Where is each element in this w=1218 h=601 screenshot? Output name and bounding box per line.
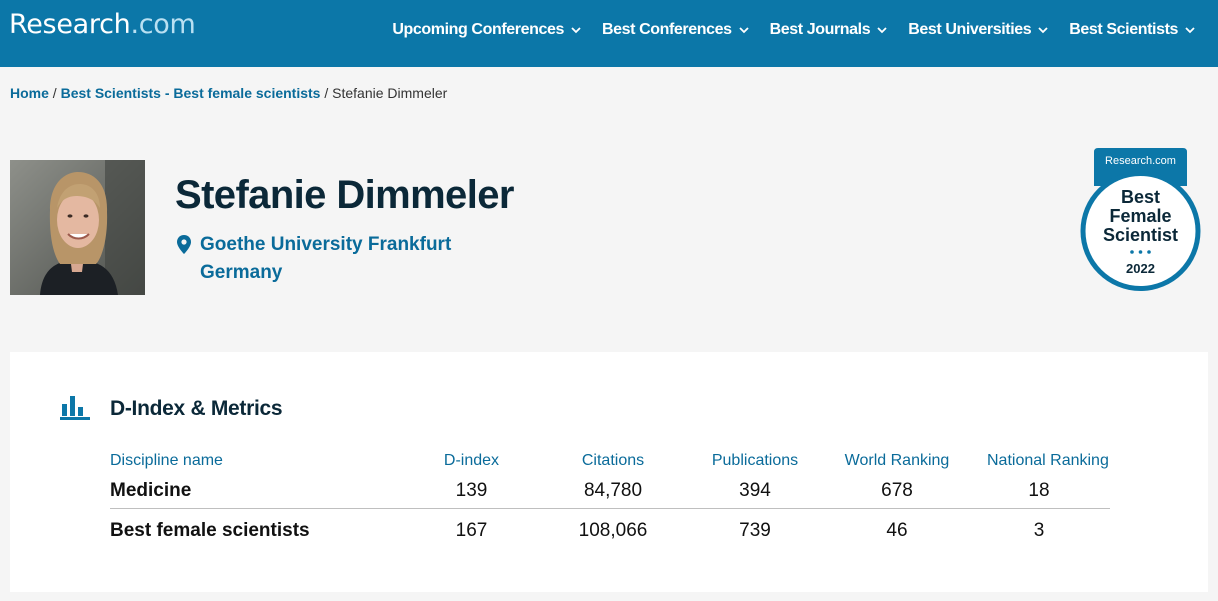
affiliation-link[interactable]: Goethe University Frankfurt <box>200 234 451 256</box>
nav-best-conferences[interactable]: Best Conferences <box>602 21 750 39</box>
publications-value: 739 <box>739 520 771 541</box>
breadcrumb-current: Stefanie Dimmeler <box>332 85 448 101</box>
column-header: Discipline name <box>110 452 223 469</box>
breadcrumb-separator: / <box>320 85 333 101</box>
publications-value: 394 <box>739 480 771 501</box>
chevron-down-icon <box>738 27 749 34</box>
breadcrumb-separator: / <box>48 85 61 101</box>
column-header: World Ranking <box>844 452 950 469</box>
breadcrumb-home-link[interactable]: Home <box>10 85 49 101</box>
nav-best-journals[interactable]: Best Journals <box>770 21 889 39</box>
d-index-value: 167 <box>455 520 488 541</box>
column-header: Citations <box>581 452 645 469</box>
nav-label: Best Journals <box>769 21 871 38</box>
main-nav: Upcoming Conferences Best Conferences Be… <box>392 0 1196 60</box>
country-link[interactable]: Germany <box>200 262 282 284</box>
breadcrumb-section-link[interactable]: Best Scientists - Best female scientists <box>61 85 321 101</box>
metrics-title: D-Index & Metrics <box>110 397 283 420</box>
logo-main-text: Research <box>9 9 131 40</box>
discipline-name: Best female scientists <box>110 520 310 541</box>
nav-best-scientists[interactable]: Best Scientists <box>1069 21 1196 39</box>
national-ranking-value: 3 <box>1033 520 1045 541</box>
metrics-table: Discipline name D-index Citations Public… <box>110 448 1110 553</box>
metrics-table-header: Discipline name D-index Citations Public… <box>110 448 1110 474</box>
badge-year: 2022 <box>1126 261 1155 276</box>
bar-chart-icon <box>60 396 90 420</box>
table-row: Medicine 139 84,780 394 678 18 <box>110 474 1110 509</box>
d-index-value: 139 <box>455 480 488 501</box>
nav-label: Best Conferences <box>601 21 732 38</box>
nav-upcoming-conferences[interactable]: Upcoming Conferences <box>392 21 582 39</box>
nav-label: Best Universities <box>908 21 1032 38</box>
badge-line3: Scientist <box>1103 225 1178 245</box>
chevron-down-icon <box>571 27 581 34</box>
column-header: National Ranking <box>987 452 1109 469</box>
scientist-name: Stefanie Dimmeler <box>175 173 514 217</box>
badge-brand: Research.com <box>1105 155 1176 167</box>
top-navigation-bar: Research.com Upcoming Conferences Best C… <box>0 0 1218 67</box>
chevron-down-icon <box>1038 27 1048 34</box>
world-ranking-value: 46 <box>886 520 908 541</box>
column-header: Publications <box>711 452 799 469</box>
citations-value: 108,066 <box>578 520 648 541</box>
chevron-down-icon <box>1185 27 1195 34</box>
portrait-image <box>10 160 145 295</box>
national-ranking-value: 18 <box>1028 480 1050 501</box>
breadcrumb: Home / Best Scientists - Best female sci… <box>10 85 447 101</box>
column-header: D-index <box>443 452 500 469</box>
badge-line1: Best <box>1121 187 1160 207</box>
citations-value: 84,780 <box>583 480 643 501</box>
world-ranking-value: 678 <box>881 480 913 501</box>
nav-label: Upcoming Conferences <box>392 21 564 38</box>
metrics-card: D-Index & Metrics Discipline name D-inde… <box>10 352 1208 592</box>
badge-line2: Female <box>1109 206 1171 226</box>
logo-domain-text: .com <box>130 9 196 40</box>
nav-label: Best Scientists <box>1069 21 1178 38</box>
site-logo[interactable]: Research.com <box>9 9 196 40</box>
nav-best-universities[interactable]: Best Universities <box>908 21 1049 39</box>
location-pin-icon <box>177 235 191 254</box>
best-female-scientist-badge: Research.com Best Female Scientist 2022 <box>1080 148 1201 291</box>
discipline-name: Medicine <box>110 480 192 501</box>
table-row: Best female scientists 167 108,066 739 4… <box>110 509 1110 553</box>
profile-photo <box>10 160 145 295</box>
chevron-down-icon <box>877 27 887 34</box>
